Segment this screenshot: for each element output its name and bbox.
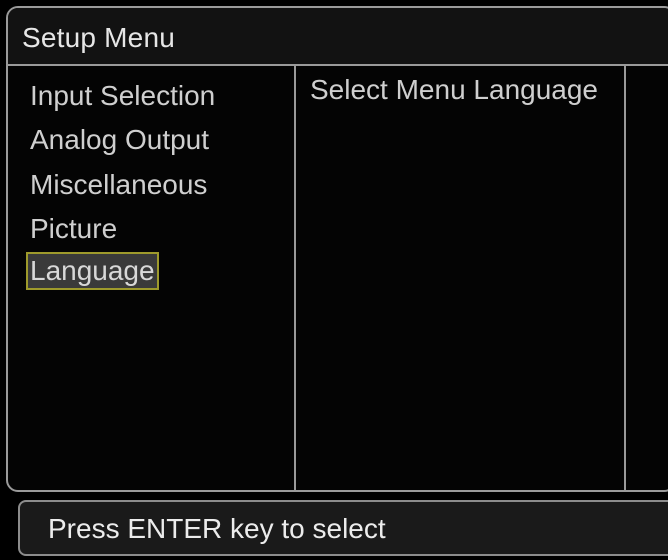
menu-item-miscellaneous[interactable]: Miscellaneous — [28, 168, 209, 202]
column-divider — [624, 66, 626, 490]
menu-category-list: Input Selection Analog Output Miscellane… — [8, 66, 294, 490]
menu-title-bar: Setup Menu — [8, 8, 668, 66]
menu-detail-panel: Select Menu Language — [296, 66, 624, 490]
detail-description: Select Menu Language — [310, 74, 598, 105]
menu-title: Setup Menu — [22, 22, 175, 53]
menu-item-picture[interactable]: Picture — [28, 212, 119, 246]
menu-item-analog-output[interactable]: Analog Output — [28, 123, 211, 157]
status-bar: Press ENTER key to select — [18, 500, 668, 556]
menu-item-input-selection[interactable]: Input Selection — [28, 79, 217, 113]
menu-item-language[interactable]: Language — [26, 252, 159, 290]
setup-screen: Setup Menu Input Selection Analog Output… — [0, 0, 668, 560]
setup-menu-panel: Setup Menu Input Selection Analog Output… — [6, 6, 668, 492]
status-hint: Press ENTER key to select — [48, 513, 386, 544]
